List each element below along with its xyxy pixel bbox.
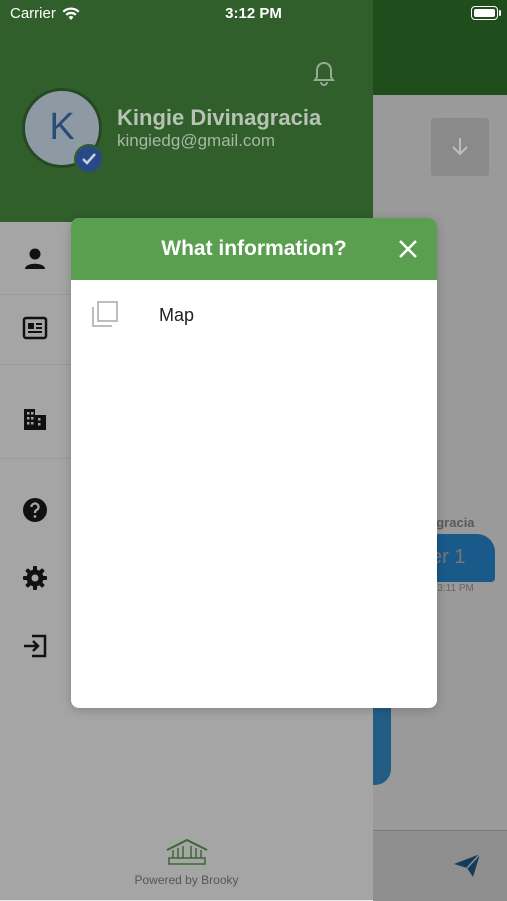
battery-icon [471, 6, 501, 20]
copy-icon [92, 301, 118, 327]
user-email: kingiedg@gmail.com [117, 131, 276, 150]
information-dialog: What information? Map [71, 218, 437, 708]
user-name: Kingie Divinagracia [117, 105, 322, 130]
option-label: Map [159, 305, 195, 325]
close-icon[interactable] [397, 238, 419, 260]
download-icon [452, 138, 468, 156]
settings-icon[interactable] [22, 565, 48, 591]
brooky-logo [166, 838, 208, 865]
message-compose-bar [373, 830, 507, 901]
help-icon[interactable] [22, 497, 48, 523]
building-icon[interactable] [22, 406, 48, 432]
send-icon[interactable] [453, 852, 481, 878]
dialog-header: What information? [71, 218, 437, 280]
logout-icon[interactable] [22, 633, 48, 659]
footer-text: Powered by Brooky [134, 873, 239, 887]
drawer-header: K Kingie Divinagracia kingiedg@gmail.com [0, 0, 373, 222]
person-icon[interactable] [22, 246, 48, 272]
download-button[interactable] [431, 118, 489, 176]
id-card-icon[interactable] [22, 315, 48, 341]
dialog-title: What information? [161, 237, 347, 260]
status-time: 3:12 PM [225, 5, 282, 22]
status-bar: Carrier 3:12 PM [0, 0, 507, 28]
option-map[interactable]: Map [71, 284, 437, 346]
verified-badge-icon [74, 144, 104, 174]
bell-icon[interactable] [312, 60, 336, 86]
